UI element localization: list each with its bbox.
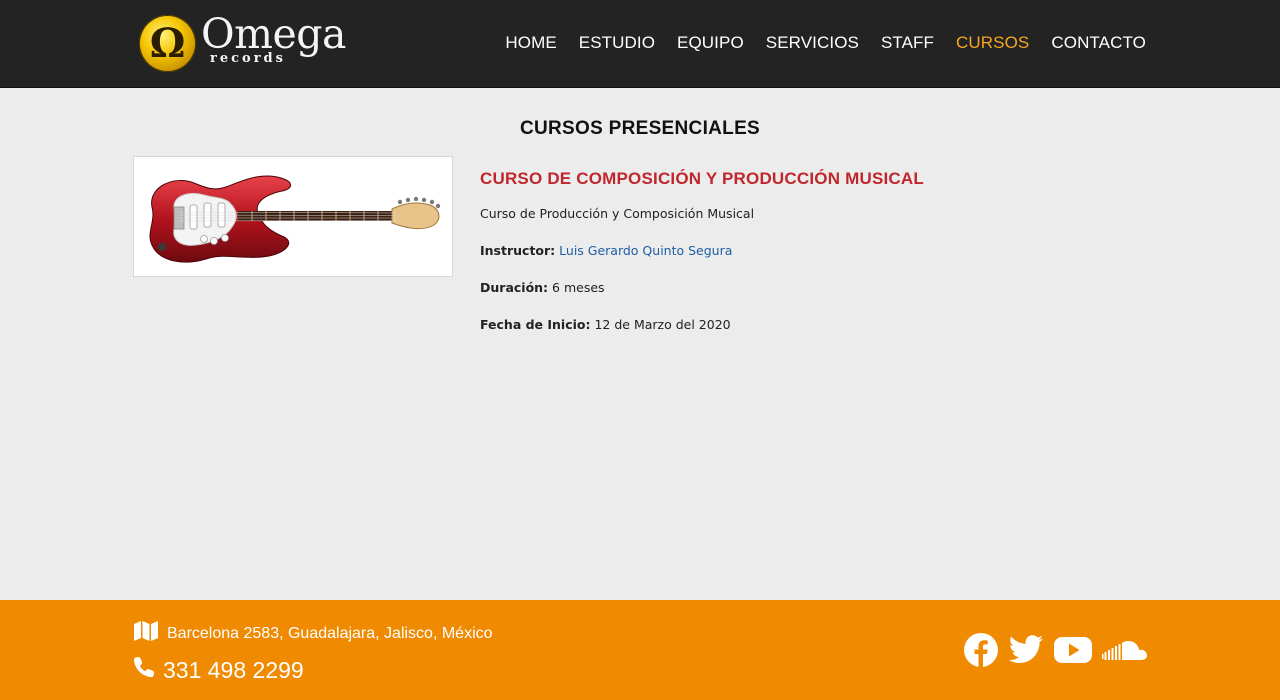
course-image[interactable] — [133, 156, 453, 277]
logo-subtitle: records — [210, 51, 286, 66]
social-links — [963, 632, 1148, 668]
omega-records-logo[interactable]: Ω Omega records — [138, 10, 346, 74]
duration-label: Duración: — [480, 280, 549, 295]
duration-value: 6 meses — [552, 280, 605, 295]
course-info: CURSO DE COMPOSICIÓN Y PRODUCCIÓN MUSICA… — [480, 169, 1180, 332]
nav-contacto[interactable]: CONTACTO — [1051, 33, 1146, 53]
twitter-icon[interactable] — [1008, 635, 1044, 665]
soundcloud-icon[interactable] — [1102, 638, 1148, 662]
nav-cursos[interactable]: CURSOS — [956, 33, 1029, 53]
site-header: Ω Omega records HOME ESTUDIO EQUIPO SERV… — [0, 0, 1280, 88]
footer-phone[interactable]: 331 498 2299 — [133, 656, 304, 684]
main-content: CURSOS PRESENCIALES CURSO DE COMPOSICIÓN… — [0, 89, 1280, 600]
nav-servicios[interactable]: SERVICIOS — [766, 33, 859, 53]
youtube-icon[interactable] — [1053, 635, 1093, 665]
instructor-label: Instructor: — [480, 243, 556, 258]
facebook-icon[interactable] — [963, 632, 999, 668]
course-description: Curso de Producción y Composición Musica… — [480, 206, 755, 221]
nav-equipo[interactable]: EQUIPO — [677, 33, 744, 53]
start-date-value: 12 de Marzo del 2020 — [594, 317, 731, 332]
map-icon — [133, 620, 159, 647]
course-duration: Duración: 6 meses — [480, 280, 1180, 295]
main-nav: HOME ESTUDIO EQUIPO SERVICIOS STAFF CURS… — [505, 33, 1146, 53]
phone-number: 331 498 2299 — [163, 656, 304, 683]
start-date-label: Fecha de Inicio: — [480, 317, 591, 332]
address-text: Barcelona 2583, Guadalajara, Jalisco, Mé… — [167, 624, 493, 642]
course-instructor: Instructor: Luis Gerardo Quinto Segura — [480, 243, 1180, 258]
course-start-date: Fecha de Inicio: 12 de Marzo del 2020 — [480, 317, 1180, 332]
instructor-link[interactable]: Luis Gerardo Quinto Segura — [559, 243, 732, 258]
nav-staff[interactable]: STAFF — [881, 33, 934, 53]
omega-symbol-icon: Ω — [149, 20, 186, 67]
site-footer: Barcelona 2583, Guadalajara, Jalisco, Mé… — [0, 600, 1280, 700]
electric-guitar-image — [149, 175, 441, 263]
course-title[interactable]: CURSO DE COMPOSICIÓN Y PRODUCCIÓN MUSICA… — [480, 169, 1180, 189]
page-title: CURSOS PRESENCIALES — [519, 118, 761, 139]
nav-home[interactable]: HOME — [505, 33, 556, 53]
footer-address: Barcelona 2583, Guadalajara, Jalisco, Mé… — [133, 620, 493, 647]
nav-estudio[interactable]: ESTUDIO — [579, 33, 655, 53]
phone-icon — [133, 656, 155, 684]
